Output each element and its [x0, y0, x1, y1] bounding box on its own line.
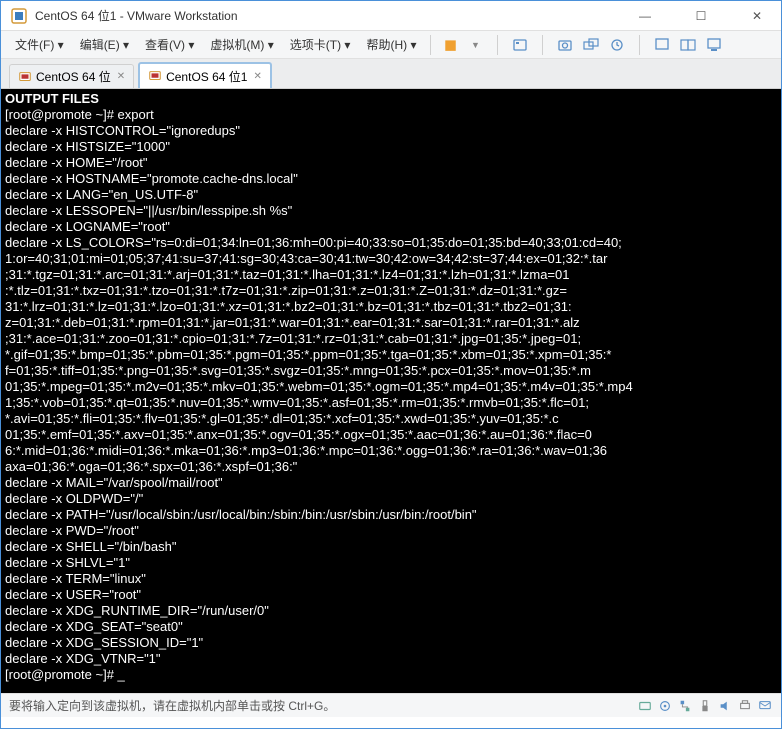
- terminal-line: declare -x LOGNAME="root": [5, 219, 777, 235]
- terminal-line: declare -x HISTSIZE="1000": [5, 139, 777, 155]
- terminal-line: 01;35:*.emf=01;35:*.axv=01;35:*.anx=01;3…: [5, 427, 777, 443]
- status-device-icons: [637, 698, 773, 714]
- terminal-line: OUTPUT FILES: [5, 91, 777, 107]
- statusbar: 要将输入定向到该虚拟机，请在虚拟机内部单击或按 Ctrl+G。: [1, 693, 781, 717]
- terminal-line: *.avi=01;35:*.fli=01;35:*.flv=01;35:*.gl…: [5, 411, 777, 427]
- terminal-line: declare -x MAIL="/var/spool/mail/root": [5, 475, 777, 491]
- message-icon[interactable]: [757, 698, 773, 714]
- close-button[interactable]: ✕: [741, 4, 773, 28]
- console-view-icon[interactable]: [704, 35, 724, 55]
- terminal-line: axa=01;36:*.oga=01;36:*.spx=01;36:*.xspf…: [5, 459, 777, 475]
- terminal-line: declare -x HOSTNAME="promote.cache-dns.l…: [5, 171, 777, 187]
- terminal-line: ;31:*.ace=01;31:*.zoo=01;31:*.cpio=01;31…: [5, 331, 777, 347]
- vm-tab-icon: [18, 70, 32, 84]
- window-title: CentOS 64 位1 - VMware Workstation: [35, 7, 238, 24]
- divider: [497, 35, 498, 55]
- pause-icon[interactable]: ▮▮: [439, 35, 459, 55]
- send-ctrl-alt-del-icon[interactable]: [510, 35, 530, 55]
- toolbar-dropdown-icon[interactable]: ▼: [465, 35, 485, 55]
- terminal-console[interactable]: OUTPUT FILES[root@promote ~]# exportdecl…: [1, 89, 781, 693]
- menu-edit[interactable]: 编辑(E) ▾: [72, 32, 137, 57]
- divider: [430, 35, 431, 55]
- disk-icon[interactable]: [637, 698, 653, 714]
- divider: [639, 35, 640, 55]
- usb-icon[interactable]: [697, 698, 713, 714]
- divider: [542, 35, 543, 55]
- terminal-line: declare -x XDG_RUNTIME_DIR="/run/user/0": [5, 603, 777, 619]
- tab-label: CentOS 64 位: [36, 68, 111, 85]
- snapshot-icon[interactable]: [555, 35, 575, 55]
- menu-file[interactable]: 文件(F) ▾: [7, 32, 72, 57]
- snapshot-revert-icon[interactable]: [607, 35, 627, 55]
- tab-centos-1[interactable]: CentOS 64 位1 ✕: [138, 62, 272, 88]
- menubar: 文件(F) ▾ 编辑(E) ▾ 查看(V) ▾ 虚拟机(M) ▾ 选项卡(T) …: [1, 31, 781, 59]
- terminal-line: declare -x HISTCONTROL="ignoredups": [5, 123, 777, 139]
- terminal-line: declare -x PATH="/usr/local/sbin:/usr/lo…: [5, 507, 777, 523]
- menu-help[interactable]: 帮助(H) ▾: [358, 32, 424, 57]
- terminal-line: 31:*.lrz=01;31:*.lz=01;31:*.lzo=01;31:*.…: [5, 299, 777, 315]
- sound-icon[interactable]: [717, 698, 733, 714]
- terminal-line: declare -x XDG_VTNR="1": [5, 651, 777, 667]
- terminal-line: [root@promote ~]# _: [5, 667, 777, 683]
- terminal-line: declare -x SHLVL="1": [5, 555, 777, 571]
- terminal-line: *.gif=01;35:*.bmp=01;35:*.pbm=01;35:*.pg…: [5, 347, 777, 363]
- tab-centos-0[interactable]: CentOS 64 位 ✕: [9, 64, 134, 88]
- snapshot-manage-icon[interactable]: [581, 35, 601, 55]
- unity-icon[interactable]: [678, 35, 698, 55]
- terminal-line: declare -x XDG_SEAT="seat0": [5, 619, 777, 635]
- app-icon: [9, 6, 29, 26]
- terminal-line: declare -x PWD="/root": [5, 523, 777, 539]
- terminal-line: z=01;31:*.deb=01;31:*.rpm=01;31:*.jar=01…: [5, 315, 777, 331]
- terminal-line: declare -x TERM="linux": [5, 571, 777, 587]
- terminal-line: f=01;35:*.tiff=01;35:*.png=01;35:*.svg=0…: [5, 363, 777, 379]
- terminal-line: declare -x LESSOPEN="||/usr/bin/lesspipe…: [5, 203, 777, 219]
- status-hint: 要将输入定向到该虚拟机，请在虚拟机内部单击或按 Ctrl+G。: [9, 697, 335, 714]
- menu-view[interactable]: 查看(V) ▾: [137, 32, 202, 57]
- printer-icon[interactable]: [737, 698, 753, 714]
- terminal-line: declare -x LANG="en_US.UTF-8": [5, 187, 777, 203]
- maximize-button[interactable]: ☐: [685, 4, 717, 28]
- fullscreen-icon[interactable]: [652, 35, 672, 55]
- terminal-line: [root@promote ~]# export: [5, 107, 777, 123]
- menu-tabs[interactable]: 选项卡(T) ▾: [282, 32, 359, 57]
- terminal-line: declare -x HOME="/root": [5, 155, 777, 171]
- terminal-line: 01;35:*.mpeg=01;35:*.m2v=01;35:*.mkv=01;…: [5, 379, 777, 395]
- terminal-line: ;31:*.tgz=01;31:*.arc=01;31:*.arj=01;31:…: [5, 267, 777, 283]
- terminal-line: 1;35:*.vob=01;35:*.qt=01;35:*.nuv=01;35:…: [5, 395, 777, 411]
- tab-close-icon[interactable]: ✕: [253, 71, 261, 82]
- terminal-line: :*.tlz=01;31:*.txz=01;31:*.tzo=01;31:*.t…: [5, 283, 777, 299]
- toolbar: ▮▮ ▼: [439, 35, 724, 55]
- terminal-line: declare -x OLDPWD="/": [5, 491, 777, 507]
- terminal-line: 1:or=40;31;01:mi=01;05;37;41:su=37;41:sg…: [5, 251, 777, 267]
- menu-vm[interactable]: 虚拟机(M) ▾: [202, 32, 281, 57]
- cd-icon[interactable]: [657, 698, 673, 714]
- vm-tab-icon: [148, 69, 162, 83]
- terminal-line: declare -x LS_COLORS="rs=0:di=01;34:ln=0…: [5, 235, 777, 251]
- tab-bar: CentOS 64 位 ✕ CentOS 64 位1 ✕: [1, 59, 781, 89]
- tab-close-icon[interactable]: ✕: [117, 71, 125, 82]
- terminal-line: declare -x USER="root": [5, 587, 777, 603]
- window-titlebar: CentOS 64 位1 - VMware Workstation — ☐ ✕: [1, 1, 781, 31]
- minimize-button[interactable]: —: [629, 4, 661, 28]
- network-icon[interactable]: [677, 698, 693, 714]
- terminal-line: declare -x XDG_SESSION_ID="1": [5, 635, 777, 651]
- terminal-line: declare -x SHELL="/bin/bash": [5, 539, 777, 555]
- tab-label: CentOS 64 位1: [166, 68, 247, 85]
- terminal-line: 6:*.mid=01;36:*.midi=01;36:*.mka=01;36:*…: [5, 443, 777, 459]
